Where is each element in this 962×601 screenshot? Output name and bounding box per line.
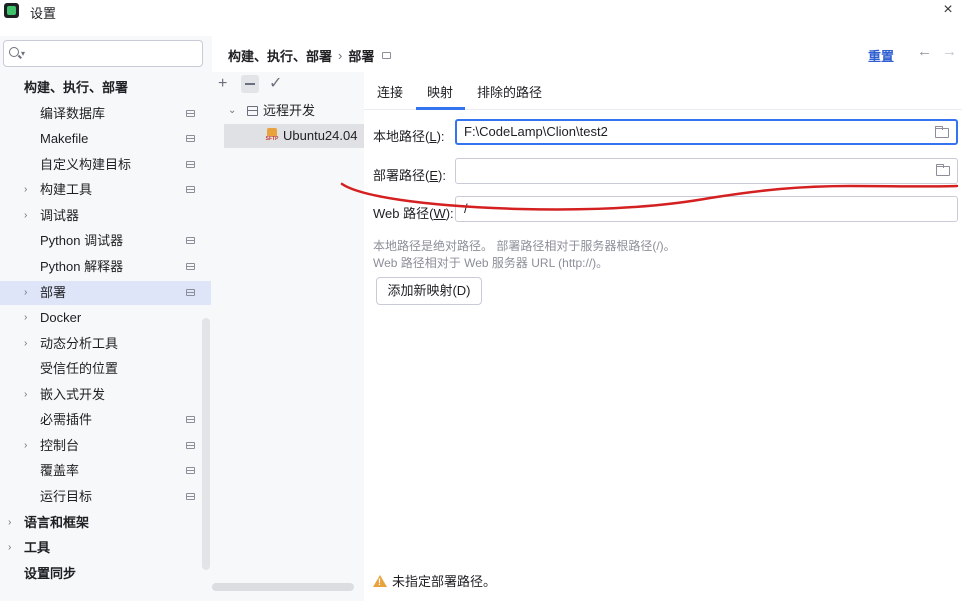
- add-server-plus-icon[interactable]: +: [218, 74, 227, 94]
- warning-message: 未指定部署路径。: [373, 571, 496, 590]
- browse-folder-icon[interactable]: [936, 164, 950, 176]
- path-hint-line1: 本地路径是绝对路径。 部署路径相对于服务器根路径(/)。: [373, 239, 676, 253]
- deployment-path-label: 部署路径(E):: [373, 168, 446, 183]
- apply-check-icon[interactable]: ✓: [269, 74, 282, 94]
- close-button[interactable]: ×: [938, 0, 958, 20]
- sidebar-scrollbar[interactable]: [202, 318, 210, 570]
- deployment-path-field[interactable]: [455, 158, 958, 184]
- chevron-right-icon[interactable]: ›: [8, 536, 11, 560]
- sidebar-item-run-targets[interactable]: 运行目标: [0, 485, 211, 509]
- web-path-label: Web 路径(W):: [373, 206, 454, 221]
- project-level-icon: [186, 289, 195, 296]
- deployment-tabs: 连接 映射 排除的路径: [364, 72, 962, 110]
- breadcrumb-separator-icon: ›: [338, 48, 343, 63]
- sidebar-item-deployment[interactable]: › 部署: [0, 281, 211, 305]
- sidebar-item-trusted-locations[interactable]: 受信任的位置: [0, 357, 211, 381]
- sidebar-item-languages-frameworks[interactable]: › 语言和框架: [0, 511, 211, 535]
- active-tab-indicator: [416, 107, 465, 110]
- chevron-right-icon[interactable]: ›: [8, 511, 11, 535]
- sidebar-item-dynamic-analysis-tools[interactable]: › 动态分析工具: [0, 332, 211, 356]
- search-input[interactable]: ▾: [3, 40, 203, 67]
- sidebar-item-build-tools[interactable]: › 构建工具: [0, 178, 211, 202]
- project-level-icon: [186, 493, 195, 500]
- breadcrumb: 构建、执行、部署 › 部署: [228, 46, 392, 64]
- sidebar-item-required-plugins[interactable]: 必需插件: [0, 408, 211, 432]
- sidebar-item-build-execution-deployment[interactable]: 构建、执行、部署: [0, 76, 211, 100]
- add-new-mapping-button[interactable]: 添加新映射(D): [376, 277, 482, 305]
- project-level-icon: [186, 263, 195, 270]
- project-level-icon: [186, 442, 195, 449]
- server-group-icon: [247, 106, 258, 116]
- sidebar-item-makefile[interactable]: Makefile: [0, 127, 211, 151]
- project-level-icon: [186, 237, 195, 244]
- web-path-field[interactable]: /: [455, 196, 958, 222]
- search-icon: [9, 47, 19, 57]
- remove-server-minus-icon[interactable]: [241, 75, 259, 93]
- sidebar-item-python-debugger[interactable]: Python 调试器: [0, 229, 211, 253]
- tab-connection[interactable]: 连接: [377, 82, 403, 101]
- local-path-field[interactable]: F:\CodeLamp\Clion\test2: [455, 119, 958, 145]
- sidebar-item-debugger[interactable]: › 调试器: [0, 204, 211, 228]
- server-item-ubuntu[interactable]: SFTP Ubuntu24.04: [224, 124, 364, 148]
- settings-sidebar: ▾ 构建、执行、部署 编译数据库 Makefile 自定义构建目标 › 构建工具…: [0, 36, 212, 601]
- window-title: 设置: [30, 6, 57, 21]
- local-path-label: 本地路径(L):: [373, 129, 445, 144]
- tab-mappings[interactable]: 映射: [427, 82, 453, 101]
- project-level-icon: [186, 416, 195, 423]
- warning-icon: [373, 575, 387, 587]
- search-options-chevron-icon[interactable]: ▾: [21, 49, 25, 58]
- chevron-right-icon[interactable]: ›: [24, 306, 27, 330]
- title-bar: 设置 ×: [0, 0, 962, 22]
- project-level-icon: [186, 161, 195, 168]
- project-level-icon: [186, 110, 195, 117]
- browse-folder-icon[interactable]: [935, 126, 949, 138]
- sidebar-item-tools[interactable]: › 工具: [0, 536, 211, 560]
- deployment-servers-panel: + ✓ ⌄ 远程开发 SFTP Ubuntu24.04: [212, 72, 364, 601]
- sidebar-item-python-interpreter[interactable]: Python 解释器: [0, 255, 211, 279]
- sidebar-item-docker[interactable]: › Docker: [0, 306, 211, 330]
- chevron-down-icon[interactable]: ⌄: [228, 100, 236, 122]
- chevron-right-icon[interactable]: ›: [24, 383, 27, 407]
- breadcrumb-current: 部署: [348, 49, 375, 64]
- sidebar-item-console[interactable]: › 控制台: [0, 434, 211, 458]
- tab-excluded-paths[interactable]: 排除的路径: [477, 82, 542, 101]
- chevron-right-icon[interactable]: ›: [24, 434, 27, 458]
- chevron-right-icon[interactable]: ›: [24, 178, 27, 202]
- chevron-right-icon[interactable]: ›: [24, 332, 27, 356]
- forward-arrow-icon[interactable]: →: [942, 43, 957, 60]
- sidebar-item-coverage[interactable]: 覆盖率: [0, 459, 211, 483]
- sidebar-item-embedded-development[interactable]: › 嵌入式开发: [0, 383, 211, 407]
- chevron-right-icon[interactable]: ›: [24, 281, 27, 305]
- sidebar-item-settings-sync[interactable]: 设置同步: [0, 562, 211, 586]
- project-level-icon: [186, 135, 195, 142]
- back-arrow-icon[interactable]: ←: [917, 43, 932, 60]
- chevron-right-icon[interactable]: ›: [24, 204, 27, 228]
- sidebar-item-custom-build-targets[interactable]: 自定义构建目标: [0, 153, 211, 177]
- project-level-icon: [186, 467, 195, 474]
- project-level-icon: [186, 186, 195, 193]
- sidebar-item-compilation-database[interactable]: 编译数据库: [0, 102, 211, 126]
- reset-link[interactable]: 重置: [868, 46, 894, 65]
- breadcrumb-parent[interactable]: 构建、执行、部署: [228, 49, 332, 64]
- server-group-remote-development[interactable]: ⌄ 远程开发: [212, 100, 364, 122]
- sftp-server-icon: SFTP: [265, 128, 279, 143]
- path-hint-line2: Web 路径相对于 Web 服务器 URL (http://)。: [373, 256, 609, 270]
- servers-horizontal-scrollbar[interactable]: [212, 583, 354, 591]
- project-level-icon: [382, 52, 392, 59]
- clion-app-icon: [4, 3, 19, 18]
